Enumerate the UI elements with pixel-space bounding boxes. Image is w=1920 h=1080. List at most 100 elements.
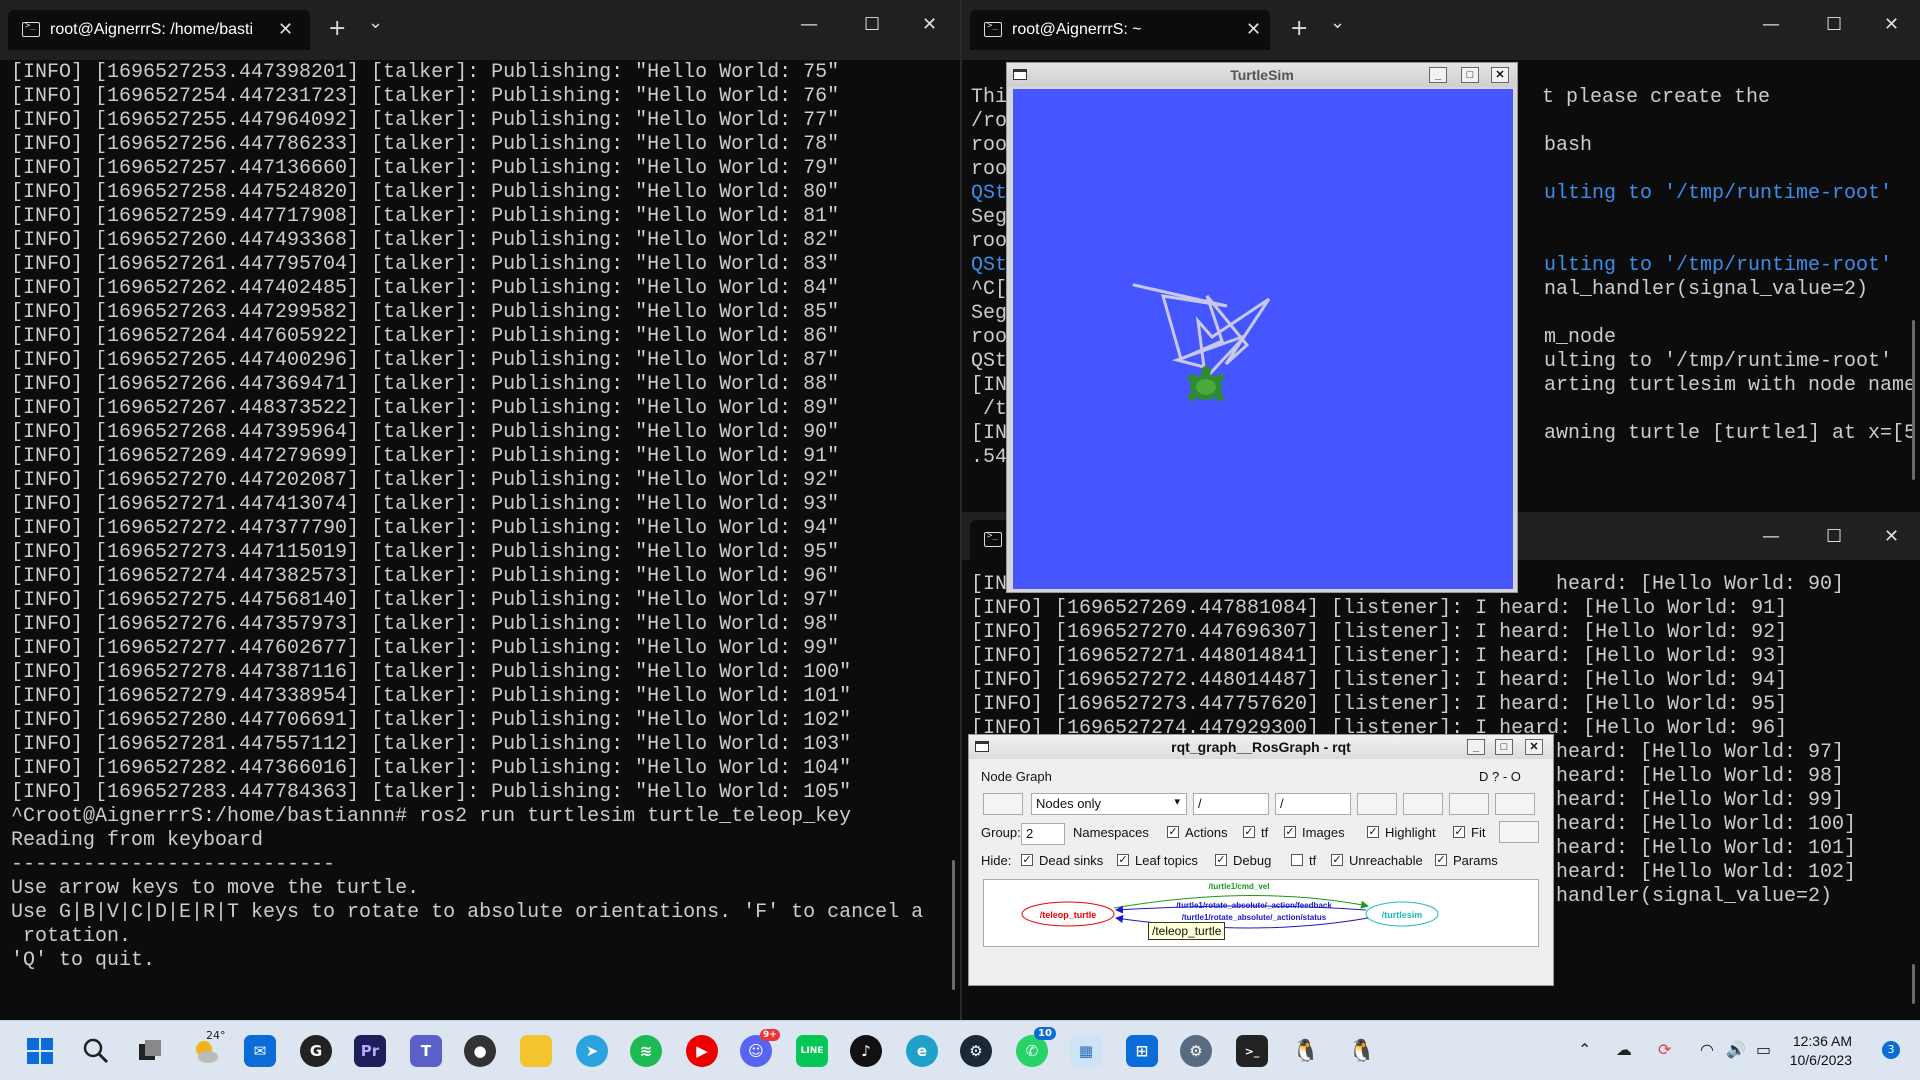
- mail-icon[interactable]: ✉: [244, 1035, 276, 1067]
- images-checkbox[interactable]: ✓: [1284, 826, 1296, 838]
- rqt-titlebar[interactable]: rqt_graph__RosGraph - rqt _ □ ✕: [969, 735, 1553, 759]
- unreachable-checkbox[interactable]: ✓: [1331, 854, 1343, 866]
- minimize-button[interactable]: —: [1762, 14, 1780, 35]
- turtlesim-titlebar[interactable]: TurtleSim _ □ ✕: [1007, 63, 1517, 87]
- window-menu-icon[interactable]: [1013, 69, 1027, 80]
- left-terminal-tab[interactable]: root@AignerrrS: /home/basti ✕: [8, 10, 310, 50]
- dead-sinks-label: Dead sinks: [1039, 853, 1104, 868]
- group-spinbox[interactable]: 2: [1021, 823, 1065, 845]
- save-svg-button[interactable]: [1449, 793, 1489, 815]
- close-button[interactable]: ✕: [1884, 14, 1899, 35]
- refresh-button[interactable]: [983, 793, 1023, 815]
- steam-icon[interactable]: ⚙: [960, 1035, 992, 1067]
- minimize-button[interactable]: _: [1429, 67, 1447, 83]
- tf-hide-checkbox[interactable]: [1291, 854, 1303, 866]
- maximize-button[interactable]: □: [1495, 739, 1513, 755]
- tab-dropdown-icon[interactable]: ⌄: [1330, 12, 1345, 33]
- close-tab-icon[interactable]: ✕: [278, 19, 293, 40]
- close-button[interactable]: ✕: [922, 14, 937, 35]
- scrollbar[interactable]: [952, 860, 955, 990]
- turtlesim-window[interactable]: TurtleSim _ □ ✕: [1006, 62, 1518, 593]
- terminal-line-left: Thi: [971, 86, 1008, 109]
- close-button[interactable]: ✕: [1491, 67, 1509, 83]
- tf-checkbox[interactable]: ✓: [1243, 826, 1255, 838]
- wifi-icon[interactable]: ◠: [1700, 1040, 1714, 1059]
- search-icon[interactable]: [80, 1035, 112, 1067]
- minimize-button[interactable]: —: [1762, 526, 1780, 547]
- clock[interactable]: 12:36 AM 10/6/2023: [1790, 1032, 1852, 1070]
- maximize-button[interactable]: □: [1461, 67, 1479, 83]
- leaf-topics-checkbox[interactable]: ✓: [1117, 854, 1129, 866]
- minimize-button[interactable]: —: [800, 14, 818, 35]
- load-dot-button[interactable]: [1357, 793, 1397, 815]
- maximize-button[interactable]: ☐: [864, 14, 880, 35]
- right-top-terminal-tab[interactable]: root@AignerrrS: ~ ✕: [970, 10, 1270, 50]
- rqt-graph-window[interactable]: rqt_graph__RosGraph - rqt _ □ ✕ Node Gra…: [968, 734, 1554, 986]
- topic-filter-input[interactable]: /: [1275, 793, 1351, 815]
- save-image-button[interactable]: [1495, 793, 1535, 815]
- terminal-output[interactable]: [INFO] [1696527253.447398201] [talker]: …: [11, 61, 923, 973]
- right-top-terminal-titlebar[interactable]: root@AignerrrS: ~ ✕ + ⌄ — ☐ ✕: [962, 0, 1920, 60]
- debug-checkbox[interactable]: ✓: [1215, 854, 1227, 866]
- weather-icon[interactable]: 24°: [190, 1029, 226, 1067]
- close-button[interactable]: ✕: [1525, 739, 1543, 755]
- battery-icon[interactable]: ▭: [1756, 1040, 1771, 1059]
- new-tab-button[interactable]: +: [1290, 16, 1308, 41]
- mode-select[interactable]: Nodes only ▾: [1031, 793, 1187, 815]
- dead-sinks-checkbox[interactable]: ✓: [1021, 854, 1033, 866]
- close-tab-icon[interactable]: ✕: [1246, 19, 1261, 40]
- node-filter-input[interactable]: /: [1193, 793, 1269, 815]
- linux-penguin-icon[interactable]: 🐧: [1290, 1035, 1322, 1067]
- settings-gear-icon[interactable]: ⚙: [1180, 1035, 1212, 1067]
- linux-penguin-icon-2[interactable]: 🐧: [1346, 1035, 1378, 1067]
- youtube-music-icon[interactable]: ▶: [686, 1035, 718, 1067]
- line-icon[interactable]: LINE: [796, 1035, 828, 1067]
- spotify-icon[interactable]: ≋: [630, 1035, 662, 1067]
- save-dot-button[interactable]: [1403, 793, 1443, 815]
- terminal-line: [INFO] [1696527282.447366016] [talker]: …: [11, 757, 852, 780]
- premiere-pro-icon[interactable]: Pr: [354, 1035, 386, 1067]
- fit-in-view-button[interactable]: [1499, 821, 1539, 843]
- notification-badge[interactable]: 3: [1882, 1041, 1900, 1059]
- scrollbar[interactable]: [1912, 964, 1915, 1004]
- ros-graph: /teleop_turtle /turtlesim /turtle1/cmd_v…: [1021, 882, 1439, 929]
- terminal-app-icon[interactable]: >_: [1236, 1035, 1268, 1067]
- microsoft-store-icon[interactable]: ⊞: [1126, 1035, 1158, 1067]
- teams-icon[interactable]: T: [410, 1035, 442, 1067]
- edge-icon[interactable]: e: [906, 1035, 938, 1067]
- tab-dropdown-icon[interactable]: ⌄: [368, 12, 383, 33]
- maximize-button[interactable]: ☐: [1826, 526, 1842, 547]
- sync-icon[interactable]: ⟳: [1658, 1040, 1671, 1059]
- close-button[interactable]: ✕: [1884, 526, 1899, 547]
- telegram-icon[interactable]: ➤: [576, 1035, 608, 1067]
- left-terminal-titlebar[interactable]: root@AignerrrS: /home/basti ✕ + ⌄ — ☐ ✕: [0, 0, 960, 60]
- terminal-line-left: roo: [971, 158, 1008, 181]
- maximize-button[interactable]: ☐: [1826, 14, 1842, 35]
- discord-icon[interactable]: ☺ 9+: [740, 1029, 780, 1067]
- chevron-up-icon[interactable]: ⌃: [1578, 1040, 1591, 1059]
- new-tab-button[interactable]: +: [328, 16, 346, 41]
- fit-checkbox[interactable]: ✓: [1453, 826, 1465, 838]
- left-terminal-window[interactable]: root@AignerrrS: /home/basti ✕ + ⌄ — ☐ ✕ …: [0, 0, 960, 1020]
- terminal-line: [INFO] [1696527271.447413074] [talker]: …: [11, 493, 840, 516]
- tiktok-icon[interactable]: ♪: [850, 1035, 882, 1067]
- resource-monitor-icon[interactable]: ▦: [1070, 1035, 1102, 1067]
- g-app-icon[interactable]: G: [300, 1035, 332, 1067]
- params-checkbox[interactable]: ✓: [1435, 854, 1447, 866]
- minimize-button[interactable]: _: [1467, 739, 1485, 755]
- cloud-icon[interactable]: ☁: [1616, 1040, 1632, 1059]
- whatsapp-icon[interactable]: ✆ 10: [1016, 1027, 1056, 1067]
- plugin-controls[interactable]: D ? - O: [1479, 769, 1521, 784]
- window-menu-icon[interactable]: [975, 741, 989, 752]
- scrollbar[interactable]: [1912, 320, 1915, 480]
- obs-icon[interactable]: ●: [464, 1035, 496, 1067]
- volume-icon[interactable]: 🔊: [1726, 1040, 1746, 1059]
- task-view-icon[interactable]: [134, 1035, 166, 1067]
- windows-start-icon[interactable]: [24, 1035, 56, 1067]
- highlight-checkbox[interactable]: ✓: [1367, 826, 1379, 838]
- graph-view[interactable]: /teleop_turtle /turtlesim /turtle1/cmd_v…: [983, 879, 1539, 947]
- terminal-line: [INFO] [1696527256.447786233] [talker]: …: [11, 133, 840, 156]
- file-explorer-icon[interactable]: [520, 1035, 552, 1067]
- actions-checkbox[interactable]: ✓: [1167, 826, 1179, 838]
- terminal-line: [INFO] [1696527253.447398201] [talker]: …: [11, 61, 840, 84]
